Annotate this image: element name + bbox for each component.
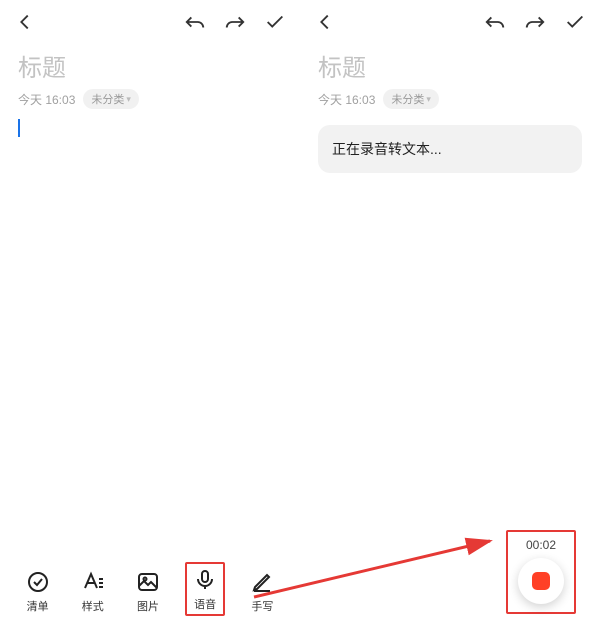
timestamp: 今天 16:03	[318, 91, 375, 108]
title-input[interactable]: 标题	[300, 44, 600, 89]
toolbar-label: 图片	[137, 598, 159, 614]
toolbar-label: 清单	[27, 598, 49, 614]
category-chip[interactable]: 未分类 ▾	[83, 89, 139, 109]
record-time: 00:02	[526, 538, 556, 552]
category-label: 未分类	[391, 91, 424, 107]
text-cursor	[18, 119, 20, 137]
category-label: 未分类	[91, 91, 124, 107]
timestamp: 今天 16:03	[18, 91, 75, 108]
toolbar-image[interactable]: 图片	[130, 566, 166, 616]
stop-icon	[532, 572, 550, 590]
back-icon[interactable]	[314, 11, 336, 33]
meta-row: 今天 16:03 未分类 ▾	[0, 89, 300, 109]
meta-row: 今天 16:03 未分类 ▾	[300, 89, 600, 109]
back-icon[interactable]	[14, 11, 36, 33]
bottom-toolbar: 清单 样式 图片 语音 手写	[0, 562, 300, 616]
note-body[interactable]: 正在录音转文本...	[300, 109, 600, 183]
toolbar-label: 语音	[194, 596, 216, 612]
confirm-icon[interactable]	[564, 11, 586, 33]
toolbar-voice[interactable]: 语音	[185, 562, 225, 616]
chevron-down-icon: ▾	[126, 94, 131, 105]
note-body[interactable]	[0, 109, 300, 152]
toolbar-style[interactable]: 样式	[75, 566, 111, 616]
topbar	[300, 0, 600, 44]
category-chip[interactable]: 未分类 ▾	[383, 89, 439, 109]
topbar	[0, 0, 300, 44]
toolbar-label: 样式	[82, 598, 104, 614]
microphone-icon	[193, 568, 217, 592]
text-style-icon	[81, 570, 105, 594]
checklist-icon	[26, 570, 50, 594]
redo-icon[interactable]	[524, 14, 546, 30]
undo-icon[interactable]	[184, 14, 206, 30]
undo-icon[interactable]	[484, 14, 506, 30]
record-widget: 00:02	[506, 530, 576, 614]
image-icon	[136, 570, 160, 594]
toolbar-handwrite[interactable]: 手写	[244, 566, 280, 616]
screen-left: 标题 今天 16:03 未分类 ▾ 清单 样式 图片	[0, 0, 300, 630]
screen-right: 标题 今天 16:03 未分类 ▾ 正在录音转文本... 00:02	[300, 0, 600, 630]
transcription-bubble: 正在录音转文本...	[318, 125, 582, 173]
toolbar-label: 手写	[251, 598, 273, 614]
stop-record-button[interactable]	[518, 558, 564, 604]
chevron-down-icon: ▾	[426, 94, 431, 105]
redo-icon[interactable]	[224, 14, 246, 30]
confirm-icon[interactable]	[264, 11, 286, 33]
pen-icon	[250, 570, 274, 594]
title-input[interactable]: 标题	[0, 44, 300, 89]
toolbar-checklist[interactable]: 清单	[20, 566, 56, 616]
